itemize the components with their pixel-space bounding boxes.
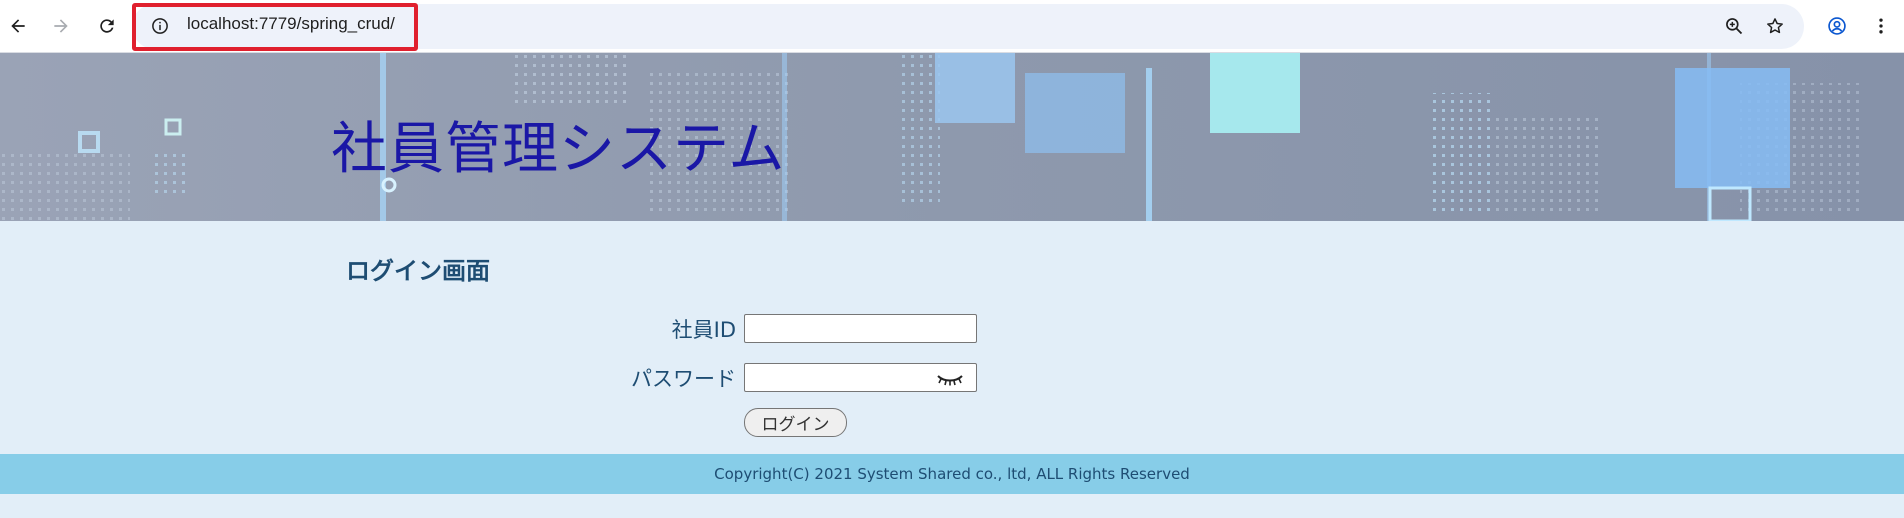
login-button[interactable]: ログイン bbox=[744, 408, 847, 437]
site-info-button[interactable] bbox=[146, 12, 174, 40]
reload-icon bbox=[100, 19, 114, 33]
browser-toolbar: localhost:7779/spring_crud/ bbox=[0, 0, 1904, 53]
zoom-in-icon bbox=[1726, 18, 1743, 35]
banner-background-image bbox=[0, 53, 1904, 221]
login-section: ログイン画面 社員ID パスワード ログイン bbox=[0, 221, 1904, 454]
bookmark-button[interactable] bbox=[1761, 12, 1789, 40]
arrow-left-icon bbox=[11, 19, 25, 33]
star-icon bbox=[1767, 18, 1783, 34]
page-heading: ログイン画面 bbox=[346, 257, 490, 285]
page-bottom-area bbox=[0, 494, 1904, 518]
zoom-button[interactable] bbox=[1720, 12, 1748, 40]
reload-button[interactable] bbox=[90, 9, 124, 43]
menu-button[interactable] bbox=[1867, 12, 1895, 40]
url-text[interactable]: localhost:7779/spring_crud/ bbox=[187, 14, 395, 34]
kebab-menu-icon bbox=[1879, 18, 1883, 34]
site-title: 社員管理システム bbox=[331, 117, 786, 182]
forward-button[interactable] bbox=[44, 9, 78, 43]
header-banner: 社員管理システム bbox=[0, 53, 1904, 221]
eye-closed-icon bbox=[937, 375, 963, 386]
arrow-right-icon bbox=[54, 19, 68, 33]
back-button[interactable] bbox=[1, 9, 35, 43]
profile-icon bbox=[1828, 17, 1846, 35]
copyright-text: Copyright(C) 2021 System Shared co., ltd… bbox=[714, 465, 1190, 483]
employee-id-input[interactable] bbox=[744, 314, 977, 343]
password-label: パスワード bbox=[631, 367, 736, 391]
footer: Copyright(C) 2021 System Shared co., ltd… bbox=[0, 454, 1904, 494]
employee-id-label: 社員ID bbox=[671, 318, 736, 342]
password-visibility-toggle[interactable] bbox=[935, 369, 965, 389]
profile-button[interactable] bbox=[1823, 12, 1851, 40]
info-icon bbox=[152, 18, 168, 34]
